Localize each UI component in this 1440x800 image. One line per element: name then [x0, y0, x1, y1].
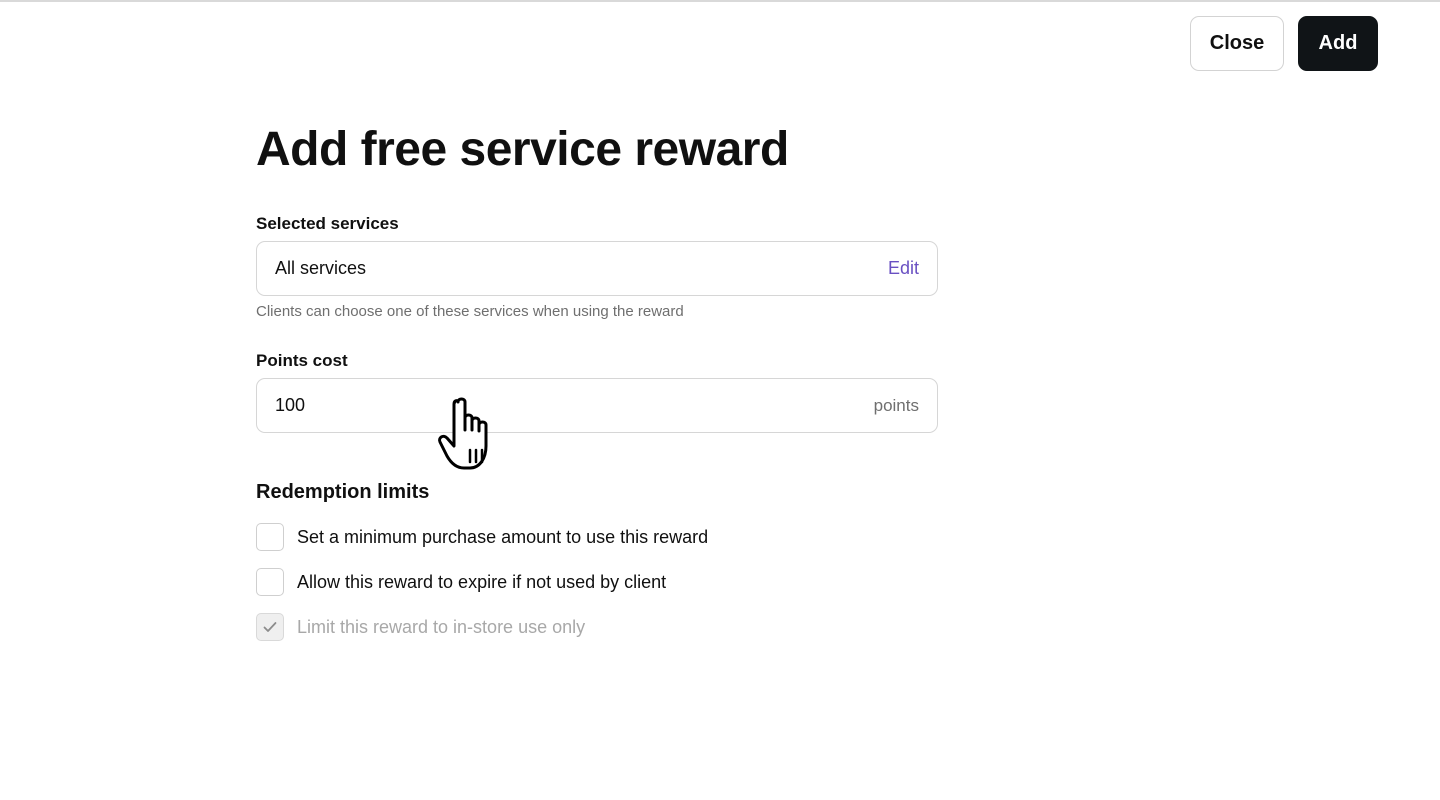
header-actions: Close Add	[1190, 16, 1378, 71]
edit-services-link[interactable]: Edit	[888, 258, 919, 279]
check-icon	[263, 622, 277, 632]
selected-services-value: All services	[275, 258, 367, 278]
minimum-purchase-checkbox[interactable]	[256, 523, 284, 551]
reward-form: Add free service reward Selected service…	[256, 120, 938, 641]
in-store-only-option: Limit this reward to in-store use only	[256, 613, 938, 641]
top-divider	[0, 0, 1440, 2]
expire-option[interactable]: Allow this reward to expire if not used …	[256, 568, 938, 596]
minimum-purchase-label: Set a minimum purchase amount to use thi…	[297, 526, 709, 547]
page-title: Add free service reward	[256, 123, 789, 176]
close-button[interactable]: Close	[1190, 16, 1284, 71]
minimum-purchase-option[interactable]: Set a minimum purchase amount to use thi…	[256, 523, 938, 551]
selected-services-label: Selected services	[256, 214, 399, 233]
selected-services-hint: Clients can choose one of these services…	[256, 303, 684, 320]
in-store-only-checkbox	[256, 613, 284, 641]
in-store-only-label: Limit this reward to in-store use only	[297, 616, 586, 637]
add-button[interactable]: Add	[1298, 16, 1378, 71]
points-cost-label: Points cost	[256, 351, 348, 370]
points-cost-field[interactable]: points	[256, 378, 938, 433]
expire-label: Allow this reward to expire if not used …	[297, 571, 667, 592]
points-cost-input[interactable]	[275, 395, 675, 416]
redemption-limits-title: Redemption limits	[256, 481, 430, 503]
selected-services-field[interactable]: All services Edit	[256, 241, 938, 296]
points-suffix: points	[873, 395, 919, 415]
expire-checkbox[interactable]	[256, 568, 284, 596]
